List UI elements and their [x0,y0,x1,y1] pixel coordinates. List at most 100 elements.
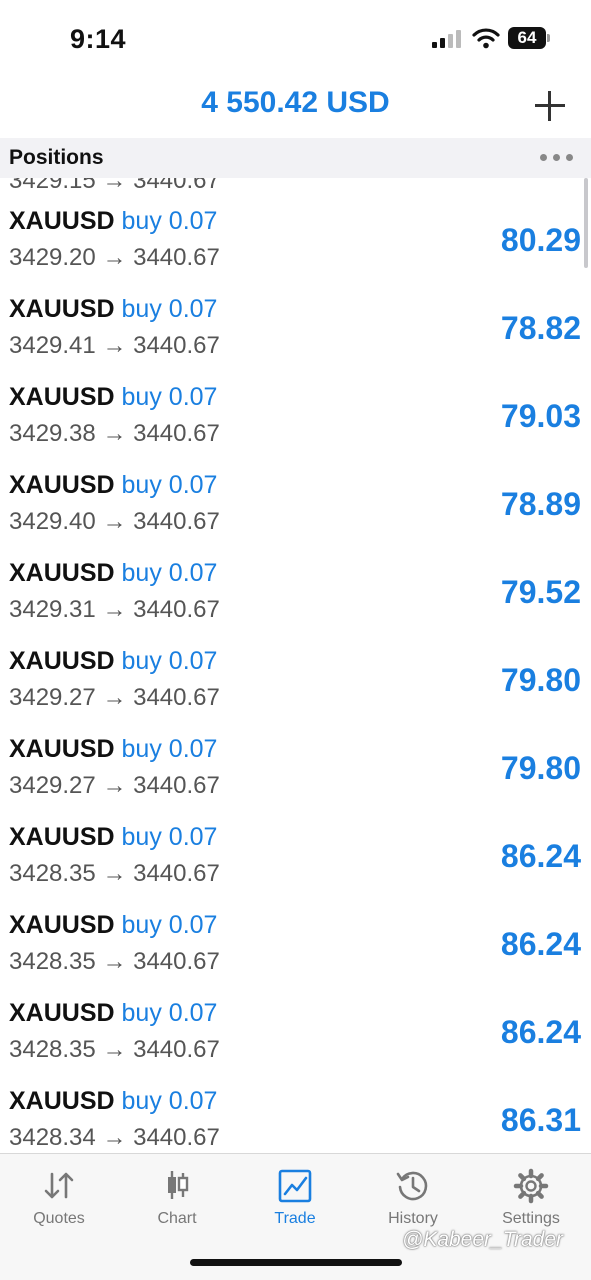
position-side: buy 0.07 [121,735,218,763]
position-title: XAUUSD buy 0.07 [9,382,217,412]
arrow-icon: → [102,332,127,359]
current-price: 3440.67 [133,860,220,887]
position-profit: 86.31 [500,1102,581,1138]
tab-label: Trade [274,1210,316,1227]
tab-settings[interactable]: Settings [472,1166,590,1236]
position-side: buy 0.07 [121,1087,218,1115]
position-row[interactable]: XAUUSD buy 0.07 3429.27 → 3440.67 79.80 [0,734,591,822]
tab-trade[interactable]: Trade [236,1166,354,1236]
position-prices: 3429.40 → 3440.67 [9,507,220,537]
home-indicator [190,1259,402,1266]
arrow-icon: → [102,684,127,711]
position-side: buy 0.07 [121,383,218,411]
position-prices: 3429.31 → 3440.67 [9,595,220,625]
position-row[interactable]: XAUUSD buy 0.07 3428.34 → 3440.67 86.31 [0,1086,591,1153]
arrow-icon: → [102,244,127,271]
position-symbol: XAUUSD [9,735,115,763]
position-side: buy 0.07 [121,823,218,851]
positions-section-header: Positions [0,138,591,178]
tab-label: Quotes [33,1210,85,1227]
tab-label: History [388,1210,438,1227]
position-title: XAUUSD buy 0.07 [9,822,217,852]
position-prices: 3429.27 → 3440.67 [9,683,220,713]
position-side: buy 0.07 [121,647,218,675]
top-header: 4 550.42 USD [0,80,591,136]
arrow-icon: → [102,948,127,975]
add-order-button[interactable] [530,86,570,126]
tab-quotes[interactable]: Quotes [0,1166,118,1236]
current-price: 3440.67 [133,332,220,359]
current-price: 3440.67 [133,1036,220,1063]
position-title: XAUUSD buy 0.07 [9,910,217,940]
position-row[interactable]: XAUUSD buy 0.07 3429.40 → 3440.67 78.89 [0,470,591,558]
arrow-icon: → [102,420,127,447]
open-price: 3429.20 [9,244,96,271]
current-price: 3440.67 [133,508,220,535]
position-profit: 78.89 [500,486,581,522]
position-symbol: XAUUSD [9,823,115,851]
more-options-icon[interactable] [540,154,574,162]
position-title: XAUUSD buy 0.07 [9,294,217,324]
position-side: buy 0.07 [121,471,218,499]
position-prices: 3428.35 → 3440.67 [9,859,220,889]
position-title: XAUUSD buy 0.07 [9,646,217,676]
position-row[interactable]: XAUUSD buy 0.07 3429.38 → 3440.67 79.03 [0,382,591,470]
arrow-icon: → [102,860,127,887]
battery-icon: 64 [508,27,550,49]
partial-list-item: 3429.15 → 3440.67 [9,178,220,194]
position-prices: 3428.35 → 3440.67 [9,1035,220,1065]
position-symbol: XAUUSD [9,207,115,235]
current-price: 3440.67 [133,684,220,711]
open-price: 3429.27 [9,772,96,799]
position-profit: 86.24 [500,838,581,874]
position-prices: 3428.34 → 3440.67 [9,1123,220,1153]
history-icon [396,1171,428,1201]
position-row[interactable]: XAUUSD buy 0.07 3428.35 → 3440.67 86.24 [0,822,591,910]
tab-chart[interactable]: Chart [118,1166,236,1236]
open-price: 3429.27 [9,684,96,711]
current-price: 3440.67 [133,420,220,447]
position-prices: 3428.35 → 3440.67 [9,947,220,977]
position-row[interactable]: XAUUSD buy 0.07 3428.35 → 3440.67 86.24 [0,998,591,1086]
position-profit: 79.03 [500,398,581,434]
position-title: XAUUSD buy 0.07 [9,470,217,500]
tab-label: Chart [157,1210,197,1227]
position-title: XAUUSD buy 0.07 [9,206,217,236]
open-price: 3428.35 [9,948,96,975]
arrow-icon: → [102,1036,127,1063]
current-price: 3440.67 [133,948,220,975]
current-price: 3440.67 [133,772,220,799]
positions-list[interactable]: 3429.15 → 3440.67 XAUUSD buy 0.07 3429.20… [0,178,591,1153]
current-price: 3440.67 [133,1124,220,1151]
positions-title: Positions [9,146,104,169]
position-row[interactable]: XAUUSD buy 0.07 3429.31 → 3440.67 79.52 [0,558,591,646]
position-row[interactable]: XAUUSD buy 0.07 3429.20 → 3440.67 80.29 [0,206,591,294]
position-side: buy 0.07 [121,559,218,587]
position-prices: 3429.41 → 3440.67 [9,331,220,361]
position-row[interactable]: XAUUSD buy 0.07 3429.41 → 3440.67 78.82 [0,294,591,382]
position-side: buy 0.07 [121,911,218,939]
position-title: XAUUSD buy 0.07 [9,998,217,1028]
battery-level: 64 [508,27,546,49]
position-row[interactable]: XAUUSD buy 0.07 3429.27 → 3440.67 79.80 [0,646,591,734]
open-price: 3429.38 [9,420,96,447]
position-profit: 79.80 [500,662,581,698]
watermark: @Kabeer_Trader [402,1228,564,1251]
position-side: buy 0.07 [121,295,218,323]
position-profit: 79.52 [500,574,581,610]
position-prices: 3429.38 → 3440.67 [9,419,220,449]
tab-history[interactable]: History [354,1166,472,1236]
position-symbol: XAUUSD [9,911,115,939]
account-balance: 4 550.42 USD [201,86,390,119]
position-symbol: XAUUSD [9,295,115,323]
cellular-signal-icon [432,30,462,48]
status-time: 9:14 [70,24,127,54]
settings-icon [513,1168,549,1204]
arrow-icon: → [102,596,127,623]
position-prices: 3429.27 → 3440.67 [9,771,220,801]
position-side: buy 0.07 [121,999,218,1027]
position-title: XAUUSD buy 0.07 [9,1086,217,1116]
open-price: 3428.35 [9,860,96,887]
position-prices: 3429.20 → 3440.67 [9,243,220,273]
position-row[interactable]: XAUUSD buy 0.07 3428.35 → 3440.67 86.24 [0,910,591,998]
